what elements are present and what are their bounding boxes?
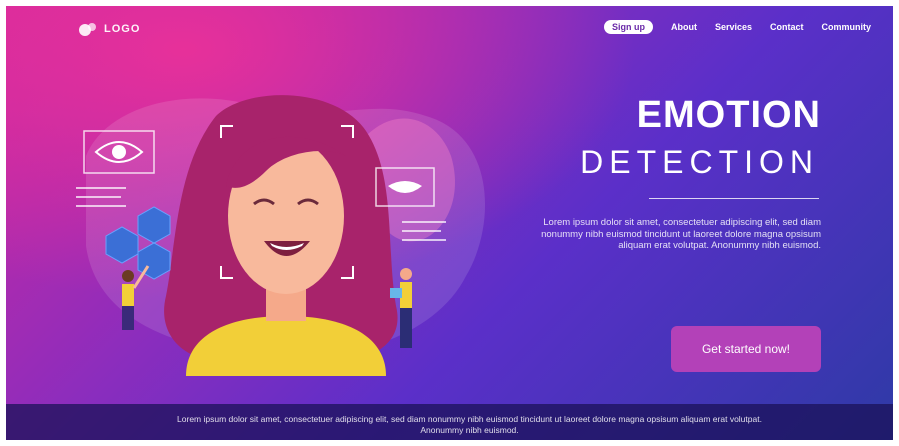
hero-section: LOGO Sign up About Services Contact Comm… [6, 6, 893, 440]
emotion-detection-illustration [76, 95, 486, 376]
logo-text: LOGO [104, 23, 141, 35]
signup-button[interactable]: Sign up [603, 20, 653, 34]
title-divider [649, 198, 819, 199]
top-nav: Sign up About Services Contact Community [603, 20, 872, 34]
nav-link-about[interactable]: About [671, 22, 697, 32]
nav-link-contact[interactable]: Contact [770, 22, 804, 32]
nav-link-community[interactable]: Community [822, 22, 872, 32]
logo[interactable]: LOGO [78, 20, 140, 38]
footer-text: Lorem ipsum dolor sit amet, consectetuer… [177, 414, 762, 435]
get-started-button[interactable]: Get started now! [671, 326, 821, 372]
logo-icon [79, 23, 96, 36]
hero-title-line2: DETECTION [580, 144, 819, 180]
nav-link-services[interactable]: Services [715, 22, 752, 32]
hero-description: Lorem ipsum dolor sit amet, consectetuer… [541, 217, 821, 251]
page-frame: LOGO Sign up About Services Contact Comm… [0, 0, 899, 446]
hero-title-line1: EMOTION [636, 94, 821, 136]
